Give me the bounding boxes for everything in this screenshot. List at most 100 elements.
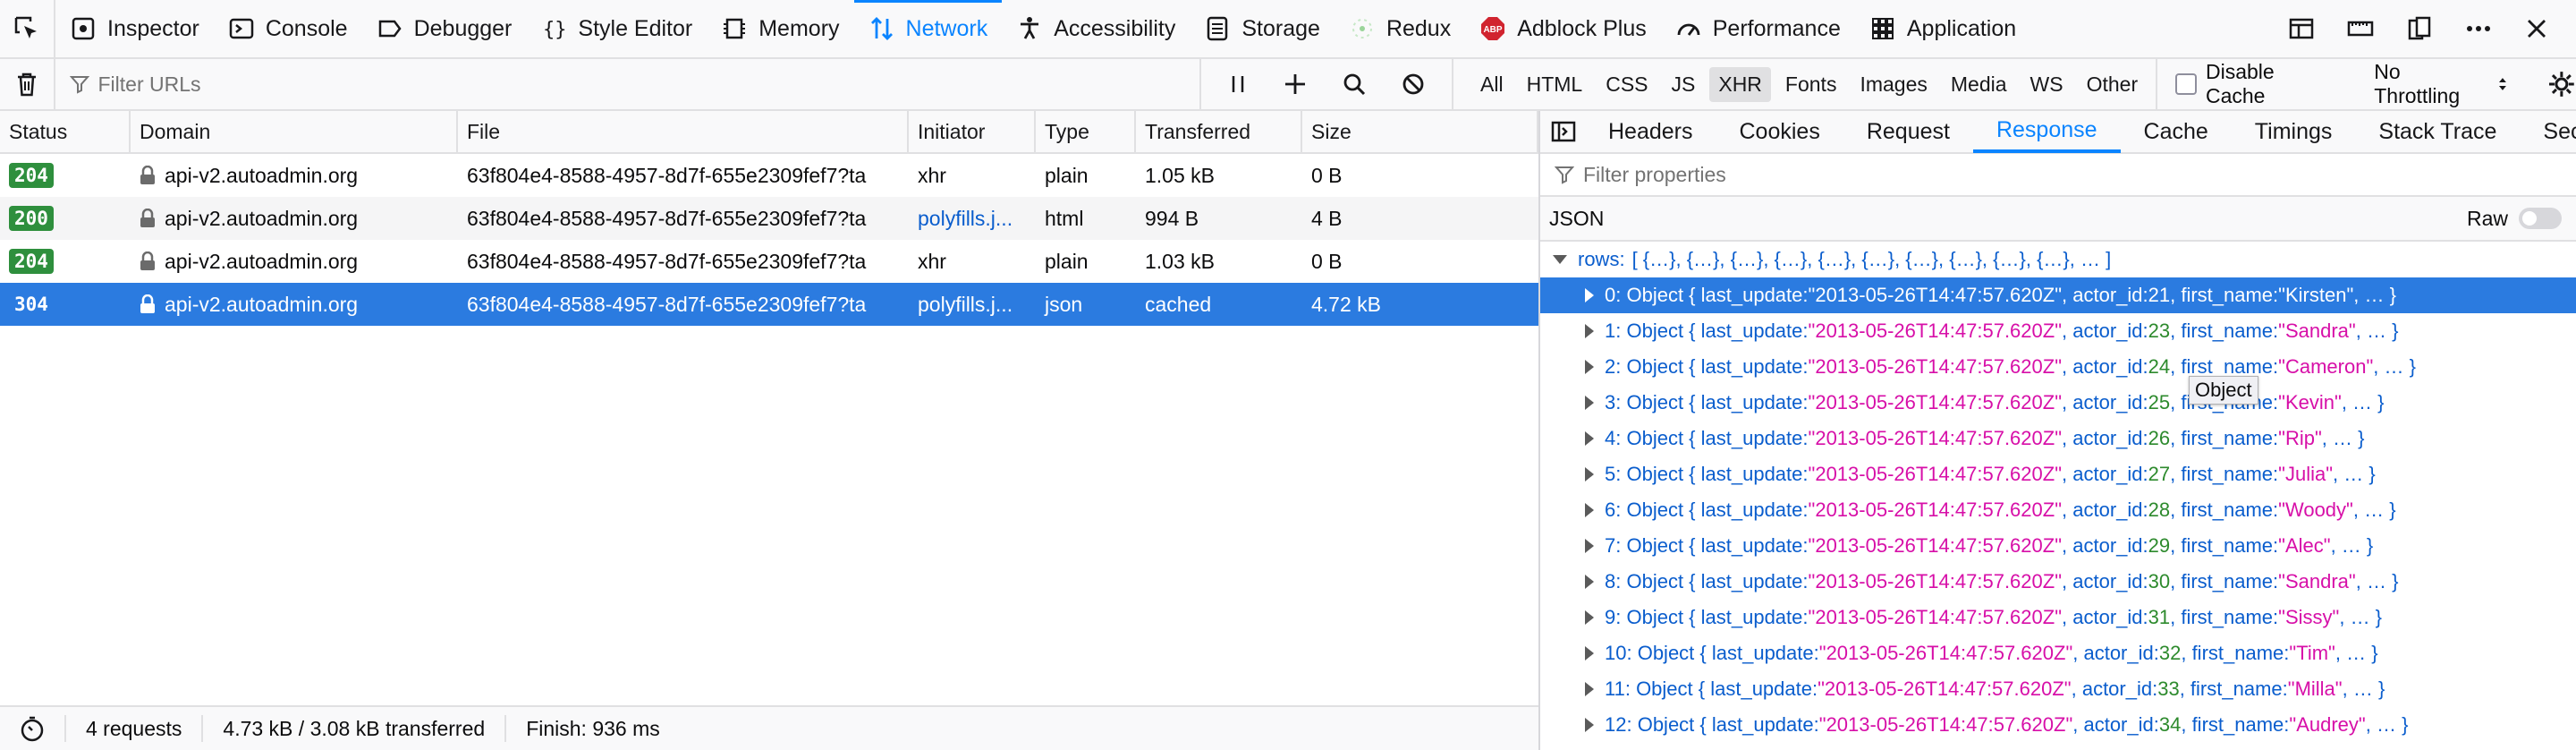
details-tab-cookies[interactable]: Cookies [1716,110,1843,153]
status-badge: 204 [9,163,54,188]
column-header-type[interactable]: Type [1036,111,1136,152]
close-icon[interactable] [2524,16,2549,41]
file-cell: 63f804e4-8588-4957-8d7f-655e2309fef7?ta [467,163,867,187]
type-filter-images[interactable]: Images [1851,67,1936,102]
clear-button[interactable] [0,58,55,110]
json-number-value: 21 [2148,284,2171,306]
json-string: "2013-05-26T14:47:57.620Z" [1818,642,2073,664]
json-tree-row[interactable]: 4: Object { last_update: "2013-05-26T14:… [1540,421,2576,456]
json-string: "2013-05-26T14:47:57.620Z" [1808,499,2063,521]
filter-urls-field[interactable]: Filter URLs [55,72,1200,97]
json-tree-row[interactable]: 2: Object { last_update: "2013-05-26T14:… [1540,349,2576,385]
json-tree-row[interactable]: 3: Object { last_update: "2013-05-26T14:… [1540,385,2576,421]
json-number-value: 27 [2148,463,2171,485]
details-tab-request[interactable]: Request [1843,110,1973,153]
toolbar-right-controls [2288,15,2576,42]
tab-debugger[interactable]: Debugger [362,0,527,58]
type-filter-media[interactable]: Media [1942,67,2016,102]
tab-application[interactable]: Application [1855,0,2030,58]
json-tree-row[interactable]: 5: Object { last_update: "2013-05-26T14:… [1540,456,2576,492]
type-filter-xhr[interactable]: XHR [1709,66,1771,102]
details-tab-response[interactable]: Response [1972,110,2121,153]
json-tree-row[interactable]: 7: Object { last_update: "2013-05-26T14:… [1540,528,2576,564]
more-options-icon[interactable] [2465,15,2492,42]
network-tools [1199,58,1452,110]
network-settings-icon[interactable] [2547,70,2576,98]
type-filter-other[interactable]: Other [2078,67,2148,102]
raw-toggle-group: Raw [2467,207,2576,231]
table-row[interactable]: 304 api-v2.autoadmin.org 63f804e4-8588-495… [0,283,1538,326]
tab-style-editor[interactable]: {} Style Editor [526,0,707,58]
table-row[interactable]: 204 api-v2.autoadmin.org 63f804e4-8588-495… [0,154,1538,197]
tab-label: Performance [1712,15,1841,41]
element-picker-button[interactable] [0,0,55,58]
column-header-initiator[interactable]: Initiator [909,111,1036,152]
type-filter-css[interactable]: CSS [1597,67,1657,102]
json-tree-row[interactable]: 9: Object { last_update: "2013-05-26T14:… [1540,600,2576,635]
tab-accessibility[interactable]: Accessibility [1002,0,1190,58]
tab-memory[interactable]: Memory [707,0,853,58]
json-string-value: 2013-05-26T14:47:57.620Z [1815,427,2055,449]
stopwatch-icon [21,716,44,742]
pause-icon[interactable] [1228,73,1248,95]
json-tree-row[interactable]: 6: Object { last_update: "2013-05-26T14:… [1540,492,2576,528]
column-header-file[interactable]: File [458,111,909,152]
json-string: "Woody" [2278,499,2353,521]
json-tree-row[interactable]: 10: Object { last_update: "2013-05-26T14… [1540,635,2576,671]
type-filter-js[interactable]: JS [1663,67,1705,102]
json-string: "Sandra" [2278,320,2356,342]
json-root-row[interactable]: rows: [ {…}, {…}, {…}, {…}, {…}, {…}, {…}… [1540,242,2576,277]
column-header-domain[interactable]: Domain [131,111,458,152]
tab-adblock-plus[interactable]: ABP Adblock Plus [1465,0,1661,58]
tab-label: Accessibility [1054,15,1176,41]
tab-network[interactable]: Network [853,0,1003,58]
type-filter-all[interactable]: All [1471,67,1513,102]
tab-console[interactable]: Console [214,0,362,58]
type-filter-fonts[interactable]: Fonts [1776,67,1846,102]
details-tabs: Headers Cookies Request Response Cache Timing… [1540,111,2576,154]
tab-storage[interactable]: Storage [1190,0,1335,58]
collapsed-arrow-icon [1585,467,1594,482]
responsive-design-icon[interactable] [2347,15,2374,42]
initiator-text[interactable]: polyfills.j... [918,207,1013,231]
tab-performance[interactable]: Performance [1661,0,1855,58]
initiator-text[interactable]: polyfills.j... [918,293,1013,317]
json-tree-row[interactable]: 12: Object { last_update: "2013-05-26T14… [1540,707,2576,743]
tab-inspector[interactable]: Inspector [55,0,214,58]
json-tree-row[interactable]: 1: Object { last_update: "2013-05-26T14:… [1540,313,2576,349]
performance-analysis-button[interactable] [0,715,66,742]
disable-cache-checkbox[interactable] [2175,73,2197,95]
type-filter-ws[interactable]: WS [2021,67,2072,102]
dock-options-icon[interactable] [2406,15,2433,42]
disable-cache-toggle[interactable]: Disable Cache [2156,58,2338,110]
type-filter-html[interactable]: HTML [1518,67,1592,102]
column-header-status[interactable]: Status [0,111,131,152]
details-tab-headers[interactable]: Headers [1585,110,1716,153]
filter-properties-field[interactable]: Filter properties [1540,154,2576,197]
details-tab-secu[interactable]: Secu [2520,110,2576,153]
details-tab-timings[interactable]: Timings [2232,110,2356,153]
details-tab-cache[interactable]: Cache [2121,110,2232,153]
search-icon[interactable] [1343,72,1366,96]
details-tab-stack-trace[interactable]: Stack Trace [2355,110,2520,153]
json-tree-row[interactable]: 8: Object { last_update: "2013-05-26T14:… [1540,564,2576,600]
toggle-sidebar-icon[interactable] [1540,120,1585,143]
table-row[interactable]: 200 api-v2.autoadmin.org 63f804e4-8588-495… [0,197,1538,240]
domain-cell: api-v2.autoadmin.org [131,154,458,197]
json-string: "2013-05-26T14:47:57.620Z" [1808,427,2063,449]
json-string: "Julia" [2278,463,2334,485]
raw-toggle[interactable] [2519,208,2562,229]
block-icon[interactable] [1402,72,1425,96]
add-icon[interactable] [1284,72,1307,96]
column-header-transferred[interactable]: Transferred [1136,111,1302,152]
throttling-select[interactable]: No Throttling [2338,60,2508,108]
collapsed-arrow-icon [1585,575,1594,589]
table-row[interactable]: 204 api-v2.autoadmin.org 63f804e4-8588-495… [0,240,1538,283]
split-console-icon[interactable] [2288,15,2315,42]
tab-redux[interactable]: Redux [1335,0,1465,58]
json-tree-row[interactable]: 11: Object { last_update: "2013-05-26T14… [1540,671,2576,707]
size-cell: 4.72 kB [1311,292,1381,316]
json-string-value: Sandra [2284,570,2349,592]
column-header-size[interactable]: Size [1302,111,1538,152]
json-tree-row[interactable]: 0: Object { last_update: "2013-05-26T14:… [1540,277,2576,313]
